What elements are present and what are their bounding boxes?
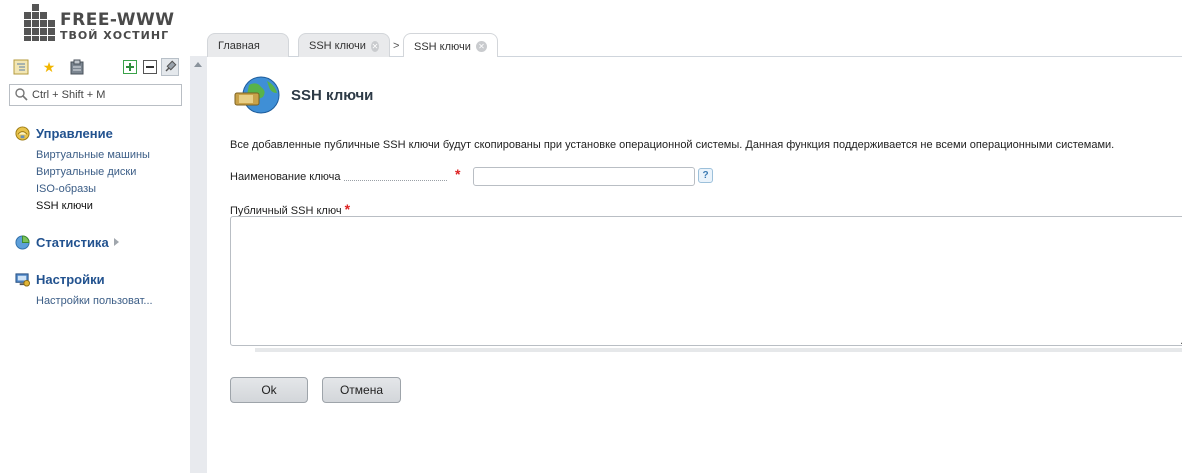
menu-group-header[interactable]: Настройки bbox=[15, 269, 190, 289]
tab-home[interactable]: Главная bbox=[207, 33, 289, 58]
pin-icon[interactable] bbox=[161, 58, 179, 76]
menu-group-title: Статистика bbox=[36, 234, 109, 250]
menu-group-title: Настройки bbox=[36, 271, 105, 287]
sidebar-item-virtual-disks[interactable]: Виртуальные диски bbox=[36, 164, 190, 181]
textarea-resize-bar bbox=[255, 348, 1182, 352]
sidebar-item-user-settings[interactable]: Настройки пользоват... bbox=[36, 293, 190, 310]
ok-button[interactable]: Ok bbox=[230, 377, 308, 403]
sidebar-item-ssh-keys[interactable]: SSH ключи bbox=[36, 198, 190, 215]
brand-logo[interactable]: FREE-WWW ТВОЙ ХОСТИНГ bbox=[24, 4, 194, 44]
logo-grid-icon bbox=[24, 4, 55, 42]
close-icon[interactable]: ✕ bbox=[475, 41, 487, 52]
key-name-input[interactable] bbox=[473, 167, 695, 186]
label-leader-dots bbox=[344, 180, 447, 181]
settings-icon bbox=[15, 272, 30, 287]
main-content: SSH ключи Все добавленные публичные SSH … bbox=[207, 57, 1182, 473]
required-marker: * bbox=[455, 166, 461, 182]
sidebar-scrollbar[interactable] bbox=[190, 56, 207, 473]
sidebar-item-iso-images[interactable]: ISO-образы bbox=[36, 181, 190, 198]
required-marker: * bbox=[344, 201, 351, 217]
tree-view-icon[interactable] bbox=[12, 58, 30, 76]
expand-all-icon[interactable] bbox=[121, 58, 139, 76]
sidebar-toolbar: ★ bbox=[12, 58, 187, 78]
ssh-key-globe-icon bbox=[234, 76, 280, 114]
page-title: SSH ключи bbox=[291, 87, 374, 104]
management-icon bbox=[15, 125, 30, 141]
public-key-label: Публичный SSH ключ * bbox=[230, 201, 350, 217]
menu-group-title: Управление bbox=[36, 125, 113, 141]
sidebar: ★ Ctrl + Shift + M Управление Виртуальны… bbox=[0, 56, 190, 473]
key-name-label: Наименование ключа bbox=[230, 171, 341, 183]
menu-group-management: Управление Виртуальные машины Виртуальны… bbox=[15, 123, 190, 215]
menu-group-header[interactable]: Управление bbox=[15, 123, 190, 143]
tab-label: Главная bbox=[218, 40, 260, 52]
scroll-up-arrow-icon[interactable] bbox=[194, 62, 202, 67]
close-icon[interactable]: ✕ bbox=[370, 40, 379, 52]
tab-label: SSH ключи bbox=[309, 40, 366, 52]
collapse-all-icon[interactable] bbox=[141, 58, 159, 76]
menu-group-statistics: Статистика bbox=[15, 232, 190, 252]
favorites-star-icon[interactable]: ★ bbox=[40, 58, 58, 76]
sidebar-item-virtual-machines[interactable]: Виртуальные машины bbox=[36, 147, 190, 164]
statistics-icon bbox=[15, 234, 30, 250]
menu-group-settings: Настройки Настройки пользоват... bbox=[15, 269, 190, 310]
search-icon bbox=[15, 88, 28, 104]
tab-separator: > bbox=[393, 40, 400, 52]
brand-tagline: ТВОЙ ХОСТИНГ bbox=[60, 29, 170, 42]
tab-bar: Главная SSH ключи ✕ > SSH ключи ✕ bbox=[190, 30, 1182, 59]
page-description: Все добавленные публичные SSH ключи буду… bbox=[230, 139, 1115, 151]
menu-group-header[interactable]: Статистика bbox=[15, 232, 190, 252]
cancel-button[interactable]: Отмена bbox=[322, 377, 401, 403]
tab-ssh-keys-1[interactable]: SSH ключи ✕ bbox=[298, 33, 390, 58]
clipboard-icon[interactable] bbox=[68, 58, 86, 76]
tab-label: SSH ключи bbox=[414, 40, 471, 53]
menu-search-input[interactable]: Ctrl + Shift + M bbox=[9, 84, 182, 106]
help-icon[interactable]: ? bbox=[698, 168, 713, 183]
brand-name: FREE-WWW bbox=[60, 10, 175, 30]
tab-ssh-keys-2[interactable]: SSH ключи ✕ bbox=[403, 33, 498, 59]
public-key-textarea[interactable] bbox=[230, 216, 1182, 346]
chevron-right-icon bbox=[113, 238, 119, 246]
search-placeholder: Ctrl + Shift + M bbox=[32, 89, 106, 101]
